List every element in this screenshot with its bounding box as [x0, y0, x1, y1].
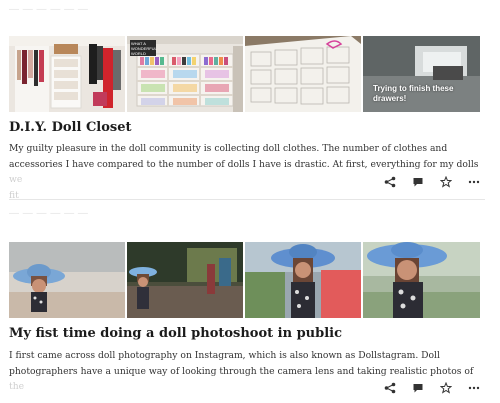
comment-icon[interactable]	[411, 381, 425, 395]
star-icon[interactable]	[439, 175, 453, 189]
post-excerpt: My guilty pleasure in the doll community…	[9, 141, 485, 203]
excerpt-fade-line: fit	[9, 189, 19, 201]
post-header-faded: — — — — — —	[9, 208, 89, 219]
post-image-strip[interactable]: WHAT A WONDERFUL WORLD Trying to finish …	[9, 36, 480, 112]
video-overlay-text: Trying to finish these drawers!	[373, 84, 454, 103]
post-image-doll-closeup[interactable]	[363, 242, 480, 318]
shelf-sign: WHAT A WONDERFUL WORLD	[130, 40, 157, 56]
excerpt-fade-text: we	[9, 174, 23, 185]
post-image-doll-hat[interactable]	[9, 242, 125, 318]
post-image-drawers[interactable]: Trying to finish these drawers!	[363, 36, 480, 112]
post-image-shelves[interactable]: WHAT A WONDERFUL WORLD	[127, 36, 243, 112]
post-image-doll-carnival[interactable]	[245, 242, 361, 318]
post-image-paper[interactable]	[245, 36, 361, 112]
post-actions	[383, 381, 481, 395]
post-image-doll-park[interactable]	[127, 242, 243, 318]
share-icon[interactable]	[383, 381, 397, 395]
post-title[interactable]: My fist time doing a doll photoshoot in …	[9, 326, 342, 341]
post-actions	[383, 175, 481, 189]
post-divider	[9, 199, 485, 200]
more-icon[interactable]	[467, 175, 481, 189]
share-icon[interactable]	[383, 175, 397, 189]
excerpt-text: accessories I have compared to the numbe…	[9, 158, 479, 170]
post-image-strip[interactable]	[9, 242, 480, 318]
post-image-closet[interactable]	[9, 36, 125, 112]
star-icon[interactable]	[439, 381, 453, 395]
excerpt-line: I first came across doll photography on …	[9, 350, 440, 361]
post-title[interactable]: D.I.Y. Doll Closet	[9, 120, 132, 135]
comment-icon[interactable]	[411, 175, 425, 189]
excerpt-line: photographers have a unique way of looki…	[9, 365, 474, 377]
post-header-faded: — — — — — —	[9, 4, 89, 15]
more-icon[interactable]	[467, 381, 481, 395]
excerpt-line: My guilty pleasure in the doll community…	[9, 143, 448, 154]
